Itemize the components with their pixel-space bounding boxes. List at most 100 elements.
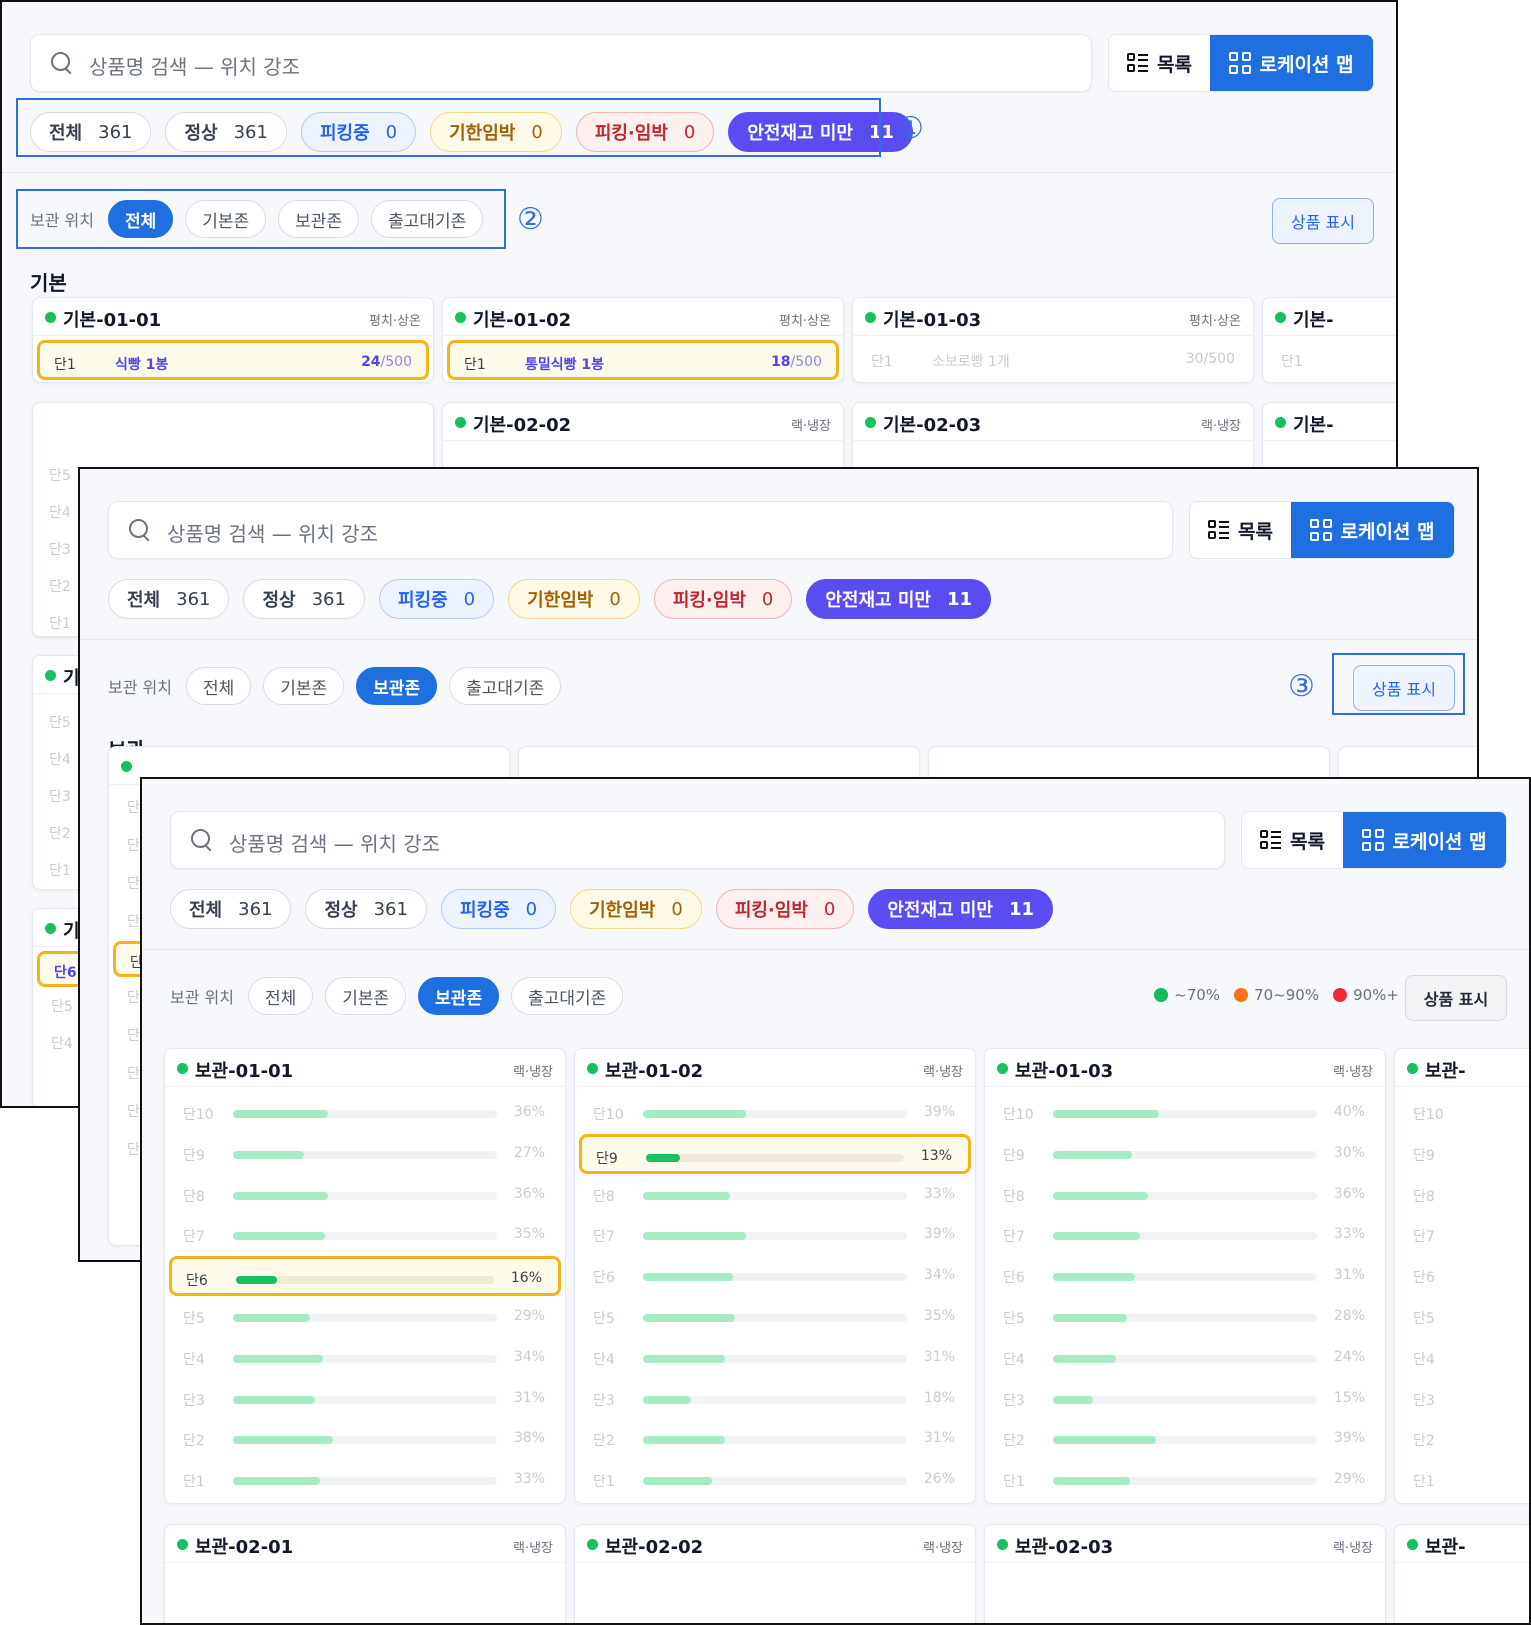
shelf-row[interactable]: 단6 16%	[169, 1256, 561, 1297]
shelf-row[interactable]: 단2 38%	[169, 1419, 561, 1459]
shelf-row[interactable]: 단5	[1399, 1297, 1529, 1337]
location-option-2[interactable]: 보관존	[356, 667, 438, 705]
shelf-row[interactable]: 단5 28%	[989, 1297, 1381, 1337]
shelf-row[interactable]: 단3 15%	[989, 1379, 1381, 1419]
shelf-row[interactable]: 단10 36%	[169, 1093, 561, 1133]
shelf-level: 단7	[1413, 1229, 1435, 1246]
shelf-row[interactable]: 단3	[1399, 1379, 1529, 1419]
shelf-row[interactable]: 단9 27%	[169, 1134, 561, 1174]
location-map-button[interactable]: 로케이션 맵	[1343, 812, 1506, 868]
chip-all[interactable]: 전체 361	[108, 579, 230, 619]
shelf-row[interactable]: 단7	[1399, 1215, 1529, 1255]
chip-expiring[interactable]: 기한임박 0	[570, 889, 702, 929]
capacity-percent: 31%	[1333, 1267, 1365, 1284]
search-input[interactable]: 상품명 검색 — 위치 강조	[170, 811, 1225, 869]
list-view-button[interactable]: 목록	[1109, 35, 1210, 91]
location-card[interactable]: 보관- 단10 단9 단8 단7 단6 단5 단4 단3 단2 단1	[1394, 1048, 1529, 1504]
shelf-row[interactable]: 단10 39%	[579, 1093, 971, 1133]
location-card[interactable]: 기본-01-02 평치·상온 단1 통밀식빵 1봉 18/500	[442, 297, 844, 383]
shelf-row[interactable]: 단8 36%	[989, 1175, 1381, 1215]
shelf-row[interactable]: 단9	[1399, 1134, 1529, 1174]
shelf-row[interactable]: 단1	[1399, 1460, 1529, 1500]
location-code: 기본-02-03	[883, 415, 982, 436]
shelf-row[interactable]: 단3 31%	[169, 1379, 561, 1419]
list-view-button[interactable]: 목록	[1242, 812, 1343, 868]
list-view-button[interactable]: 목록	[1190, 502, 1291, 558]
shelf-row[interactable]: 단4	[1399, 1338, 1529, 1378]
chip-picking[interactable]: 피킹중 0	[440, 889, 557, 929]
chip-picking-expiring[interactable]: 피킹·임박 0	[653, 579, 793, 619]
search-input[interactable]: 상품명 검색 — 위치 강조	[30, 34, 1092, 92]
rack-type: 랙·냉장	[790, 419, 831, 434]
shelf-row[interactable]: 단1 통밀식빵 1봉 18/500	[447, 340, 839, 380]
shelf-row[interactable]: 단4 24%	[989, 1338, 1381, 1378]
chip-below-safety-stock[interactable]: 안전재고 미만 11	[806, 579, 992, 619]
location-option-1[interactable]: 기본존	[263, 667, 345, 705]
shelf-row[interactable]: 단2	[1399, 1419, 1529, 1459]
shelf-level: 단10	[1413, 1107, 1444, 1123]
location-card[interactable]: 보관-02-02 랙·냉장	[574, 1524, 976, 1623]
location-card[interactable]: 기본-01-01 평치·상온 단1 식빵 1봉 24/500	[32, 297, 434, 383]
chip-expiring[interactable]: 기한임박 0	[508, 579, 640, 619]
chip-picking[interactable]: 피킹중 0	[378, 579, 495, 619]
shelf-row[interactable]: 단2 31%	[579, 1419, 971, 1459]
shelf-row[interactable]: 단10	[1399, 1093, 1529, 1133]
shelf-row[interactable]: 단8 33%	[579, 1175, 971, 1215]
shelf-row[interactable]: 단10 40%	[989, 1093, 1381, 1133]
shelf-row[interactable]: 단4 31%	[579, 1338, 971, 1378]
shelf-row[interactable]: 단9 13%	[579, 1133, 971, 1174]
location-card[interactable]: 보관-02-03 랙·냉장	[984, 1524, 1386, 1623]
rack-type: 랙·냉장	[512, 1541, 553, 1556]
quantity-value: 18	[771, 354, 791, 370]
location-card[interactable]: 보관-02-01 랙·냉장	[164, 1524, 566, 1623]
shelf-row[interactable]: 단7 39%	[579, 1215, 971, 1255]
shelf-row[interactable]: 단6 34%	[579, 1256, 971, 1296]
location-card[interactable]: 기본- 단1	[1262, 297, 1396, 383]
location-option-3[interactable]: 출고대기존	[449, 667, 562, 705]
shelf-row[interactable]: 단6 31%	[989, 1256, 1381, 1296]
status-dot	[997, 1539, 1008, 1550]
capacity-bar	[643, 1110, 907, 1118]
capacity-percent: 38%	[513, 1430, 545, 1447]
chip-normal[interactable]: 정상 361	[305, 889, 427, 929]
shelf-row[interactable]: 단8 36%	[169, 1175, 561, 1215]
shelf-level: 단	[127, 990, 140, 1006]
shelf-row[interactable]: 단6	[1399, 1256, 1529, 1296]
show-products-button[interactable]: 상품 표시	[1272, 198, 1374, 244]
search-input[interactable]: 상품명 검색 — 위치 강조	[108, 501, 1173, 559]
location-card[interactable]: 기본-01-03 평치·상온 단1 소보로빵 1개 30/500	[852, 297, 1254, 383]
location-card[interactable]: 보관-01-03 랙·냉장 단10 40% 단9 30% 단8 36% 단7 33% 단6 31% 단5…	[984, 1048, 1386, 1504]
location-option-0[interactable]: 전체	[185, 667, 252, 705]
location-map-button[interactable]: 로케이션 맵	[1291, 502, 1454, 558]
shelf-row[interactable]: 단5 35%	[579, 1297, 971, 1337]
chip-picking-expiring[interactable]: 피킹·임박 0	[715, 889, 855, 929]
chip-normal[interactable]: 정상 361	[243, 579, 365, 619]
shelf-row[interactable]: 단4 34%	[169, 1338, 561, 1378]
shelf-row[interactable]: 단3 18%	[579, 1379, 971, 1419]
chip-below-safety-stock[interactable]: 안전재고 미만 11	[868, 889, 1054, 929]
location-option-0[interactable]: 전체	[247, 977, 314, 1015]
location-card[interactable]: 보관-	[1394, 1524, 1529, 1623]
shelf-row[interactable]: 단7 35%	[169, 1215, 561, 1255]
show-products-button[interactable]: 상품 표시	[1405, 975, 1507, 1021]
chip-label: 안전재고 미만	[887, 900, 993, 921]
location-card[interactable]: 보관-01-02 랙·냉장 단10 39% 단9 13% 단8 33% 단7 39% 단6 34% 단5…	[574, 1048, 976, 1504]
location-option-2[interactable]: 보관존	[418, 977, 500, 1015]
shelf-row[interactable]: 단2 39%	[989, 1419, 1381, 1459]
shelf-row[interactable]: 단1 26%	[579, 1460, 971, 1500]
shelf-level: 단6	[54, 965, 77, 981]
location-card[interactable]: 보관-01-01 랙·냉장 단10 36% 단9 27% 단8 36% 단7 35% 단6 16% 단5…	[164, 1048, 566, 1504]
shelf-row[interactable]: 단1 33%	[169, 1460, 561, 1500]
shelf-row[interactable]: 단8	[1399, 1175, 1529, 1215]
location-option-1[interactable]: 기본존	[325, 977, 407, 1015]
shelf-row[interactable]: 단5 29%	[169, 1297, 561, 1337]
shelf-row[interactable]: 단1	[1267, 340, 1396, 380]
shelf-row[interactable]: 단9 30%	[989, 1134, 1381, 1174]
location-option-3[interactable]: 출고대기존	[511, 977, 624, 1015]
shelf-row[interactable]: 단1 소보로빵 1개 30/500	[857, 340, 1249, 380]
chip-all[interactable]: 전체 361	[170, 889, 292, 929]
shelf-row[interactable]: 단1 식빵 1봉 24/500	[37, 340, 429, 380]
location-map-button[interactable]: 로케이션 맵	[1210, 35, 1373, 91]
shelf-row[interactable]: 단7 33%	[989, 1215, 1381, 1255]
shelf-row[interactable]: 단1 29%	[989, 1460, 1381, 1500]
